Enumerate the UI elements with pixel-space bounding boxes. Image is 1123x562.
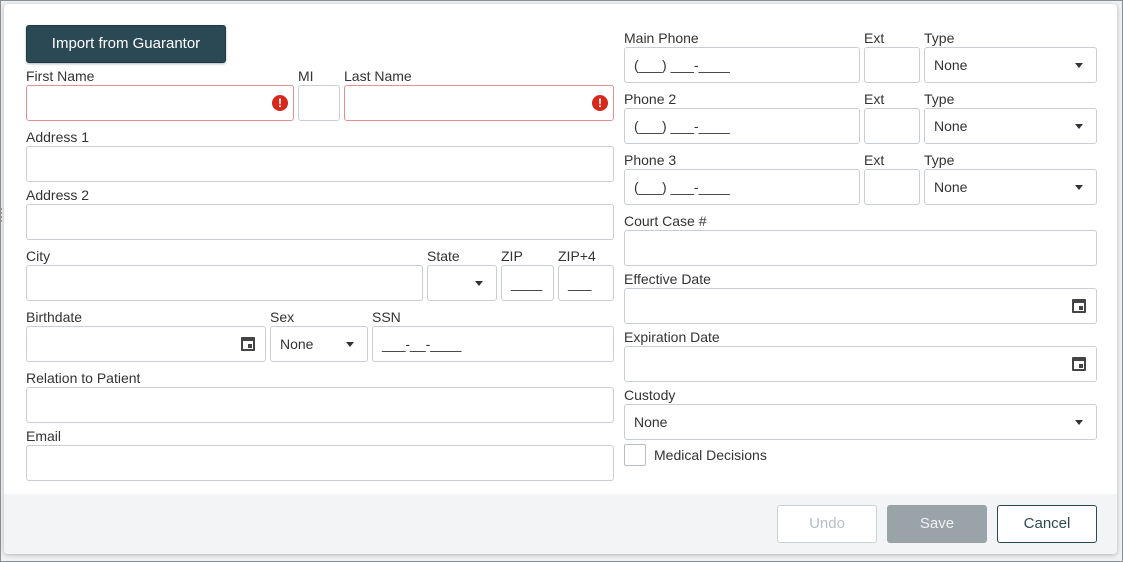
relation-input[interactable]	[26, 387, 614, 423]
main-phone-input[interactable]: (___) ___-____	[624, 47, 860, 83]
phone2-ext-input[interactable]	[864, 108, 920, 144]
state-select[interactable]	[427, 265, 497, 301]
custody-select[interactable]: None	[624, 404, 1097, 440]
sex-chevron-down-icon	[346, 342, 354, 347]
effective-date-calendar-icon[interactable]	[1072, 299, 1086, 313]
main-phone-type-select[interactable]: None	[924, 47, 1097, 83]
main-phone-ext-label: Ext	[864, 30, 885, 46]
expiration-date-calendar-icon[interactable]	[1072, 357, 1086, 371]
address1-label: Address 1	[26, 129, 90, 145]
custody-chevron-down-icon	[1075, 420, 1083, 425]
phone2-input[interactable]: (___) ___-____	[624, 108, 860, 144]
phone3-ext-label: Ext	[864, 152, 885, 168]
address2-input[interactable]	[26, 204, 614, 240]
relation-label: Relation to Patient	[26, 370, 141, 386]
city-input[interactable]	[26, 265, 423, 301]
state-chevron-down-icon	[475, 281, 483, 286]
address2-label: Address 2	[26, 187, 90, 203]
birthdate-calendar-icon[interactable]	[241, 337, 255, 351]
phone2-type-label: Type	[924, 91, 955, 107]
expiration-date-input[interactable]	[624, 346, 1097, 382]
phone2-label: Phone 2	[624, 91, 677, 107]
phone3-input[interactable]: (___) ___-____	[624, 169, 860, 205]
ssn-label: SSN	[372, 309, 401, 325]
phone2-type-select[interactable]: None	[924, 108, 1097, 144]
main-phone-type-label: Type	[924, 30, 955, 46]
custody-label: Custody	[624, 387, 676, 403]
mi-input[interactable]	[298, 85, 340, 121]
state-label: State	[427, 248, 460, 264]
email-input[interactable]	[26, 445, 614, 481]
birthdate-input[interactable]	[26, 326, 266, 362]
first-name-input[interactable]	[26, 85, 294, 121]
phone2-ext-label: Ext	[864, 91, 885, 107]
zip4-label: ZIP+4	[558, 248, 596, 264]
email-label: Email	[26, 428, 62, 444]
first-name-label: First Name	[26, 68, 95, 84]
main-phone-label: Main Phone	[624, 30, 699, 46]
zip-input[interactable]: ____	[501, 265, 554, 301]
undo-button[interactable]: Undo	[777, 505, 877, 543]
main-phone-type-chevron-down-icon	[1075, 63, 1083, 68]
import-from-guarantor-button[interactable]: Import from Guarantor	[26, 25, 226, 63]
phone3-type-label: Type	[924, 152, 955, 168]
zip-label: ZIP	[501, 248, 523, 264]
phone3-type-chevron-down-icon	[1075, 185, 1083, 190]
phone3-type-select[interactable]: None	[924, 169, 1097, 205]
first-name-error-icon: !	[272, 95, 288, 111]
last-name-label: Last Name	[344, 68, 412, 84]
effective-date-input[interactable]	[624, 288, 1097, 324]
court-case-label: Court Case #	[624, 213, 707, 229]
main-phone-ext-input[interactable]	[864, 47, 920, 83]
medical-decisions-label: Medical Decisions	[654, 447, 767, 463]
last-name-error-icon: !	[592, 95, 608, 111]
zip4-input[interactable]: ___	[558, 265, 614, 301]
address1-input[interactable]	[26, 146, 614, 182]
city-label: City	[26, 248, 51, 264]
birthdate-label: Birthdate	[26, 309, 83, 325]
sex-label: Sex	[270, 309, 295, 325]
expiration-date-label: Expiration Date	[624, 329, 720, 345]
court-case-input[interactable]	[624, 230, 1097, 266]
phone3-ext-input[interactable]	[864, 169, 920, 205]
last-name-input[interactable]	[344, 85, 614, 121]
phone3-label: Phone 3	[624, 152, 677, 168]
cancel-button[interactable]: Cancel	[997, 505, 1097, 543]
phone2-type-chevron-down-icon	[1075, 124, 1083, 129]
effective-date-label: Effective Date	[624, 271, 711, 287]
medical-decisions-checkbox[interactable]	[624, 444, 646, 466]
save-button[interactable]: Save	[887, 505, 987, 543]
mi-label: MI	[298, 68, 314, 84]
ssn-input[interactable]: ___-__-____	[372, 326, 614, 362]
